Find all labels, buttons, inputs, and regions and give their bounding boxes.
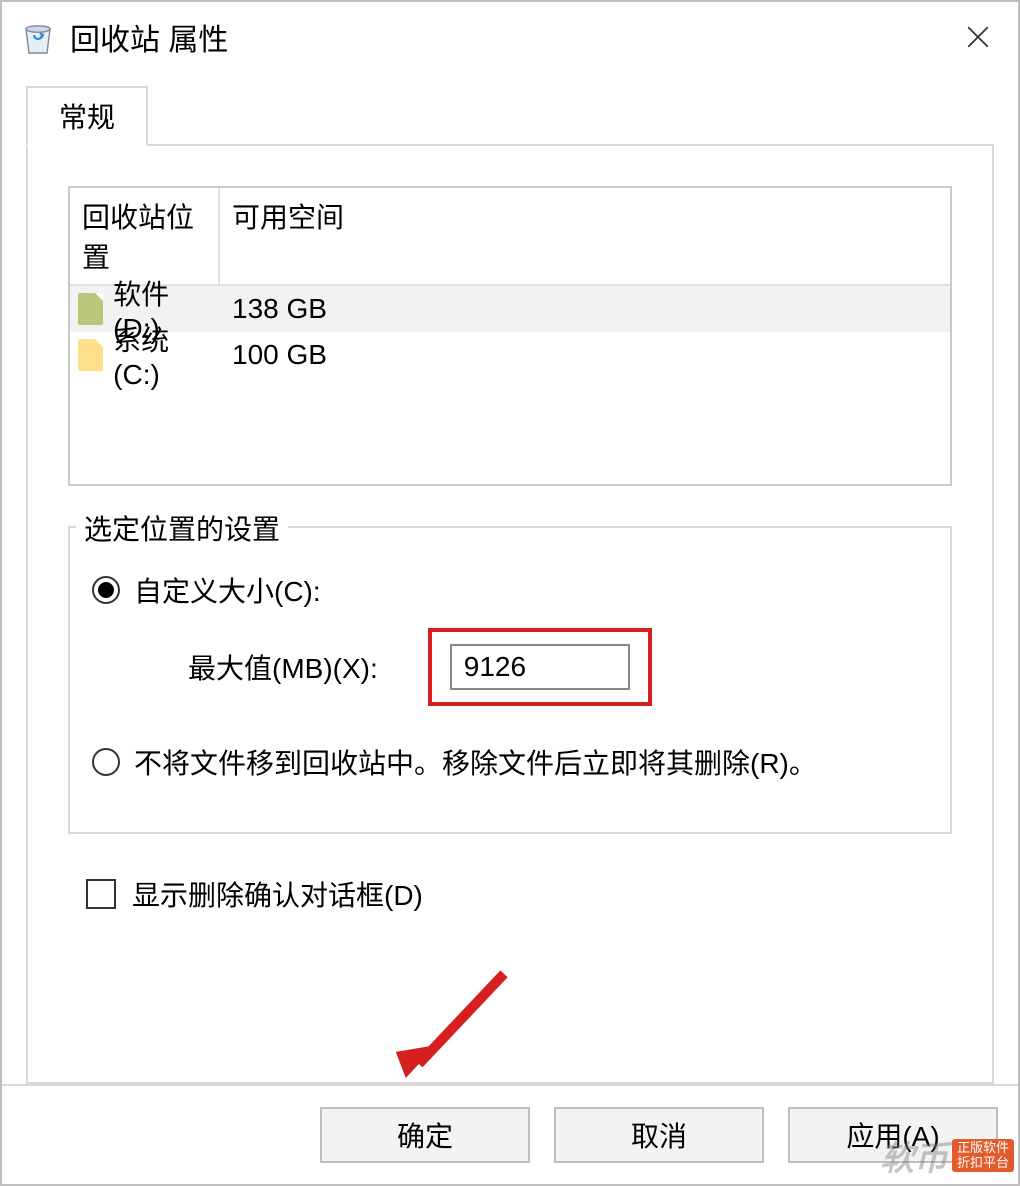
watermark-text: 软币 <box>880 1131 948 1180</box>
drive-space: 100 GB <box>220 339 327 371</box>
window-title: 回收站 属性 <box>70 15 228 59</box>
confirm-delete-row: 显示删除确认对话框(D) <box>68 874 952 914</box>
close-icon <box>965 24 991 50</box>
tab-general[interactable]: 常规 <box>26 86 148 146</box>
drive-icon <box>78 339 103 371</box>
radio-no-recycle[interactable] <box>92 748 120 776</box>
recycle-bin-icon <box>20 19 56 55</box>
close-button[interactable] <box>948 7 1008 67</box>
column-location[interactable]: 回收站位置 <box>70 188 220 286</box>
recycle-bin-properties-window: 回收站 属性 常规 回收站位置 可用空间 软件 (D <box>0 0 1020 1186</box>
radio-no-recycle-label: 不将文件移到回收站中。移除文件后立即将其删除(R)。 <box>134 742 817 782</box>
content-area: 常规 回收站位置 可用空间 软件 (D:) 138 GB <box>2 72 1018 1084</box>
cancel-button[interactable]: 取消 <box>554 1107 764 1163</box>
confirm-delete-checkbox[interactable] <box>86 879 116 909</box>
radio-no-recycle-row: 不将文件移到回收站中。移除文件后立即将其删除(R)。 <box>92 742 928 782</box>
radio-custom-size[interactable] <box>92 576 120 604</box>
dialog-buttons: 确定 取消 应用(A) 软币 正版软件 折扣平台 <box>2 1084 1018 1184</box>
location-list[interactable]: 回收站位置 可用空间 软件 (D:) 138 GB 系统 (C:) 100 GB <box>68 186 952 486</box>
titlebar: 回收站 属性 <box>2 2 1018 72</box>
confirm-delete-label: 显示删除确认对话框(D) <box>132 874 423 914</box>
drive-space: 138 GB <box>220 293 327 325</box>
size-settings-group: 选定位置的设置 自定义大小(C): 最大值(MB)(X): 不将文件移到回收站中… <box>68 526 952 834</box>
list-header: 回收站位置 可用空间 <box>70 188 950 286</box>
general-panel: 回收站位置 可用空间 软件 (D:) 138 GB 系统 (C:) 100 GB <box>26 146 994 1084</box>
group-title: 选定位置的设置 <box>76 508 288 548</box>
max-size-row: 最大值(MB)(X): <box>92 628 928 706</box>
drive-icon <box>78 293 103 325</box>
column-space[interactable]: 可用空间 <box>220 188 950 286</box>
tab-strip: 常规 <box>26 86 994 146</box>
list-row[interactable]: 系统 (C:) 100 GB <box>70 332 950 378</box>
drive-name: 系统 (C:) <box>113 319 220 391</box>
max-size-label: 最大值(MB)(X): <box>188 647 378 687</box>
max-size-input[interactable] <box>450 644 630 690</box>
watermark: 软币 正版软件 折扣平台 <box>880 1131 1014 1180</box>
watermark-badge: 正版软件 折扣平台 <box>952 1139 1014 1172</box>
radio-custom-size-row: 自定义大小(C): <box>92 570 928 610</box>
radio-custom-size-label: 自定义大小(C): <box>134 570 321 610</box>
ok-button[interactable]: 确定 <box>320 1107 530 1163</box>
highlight-annotation <box>428 628 652 706</box>
